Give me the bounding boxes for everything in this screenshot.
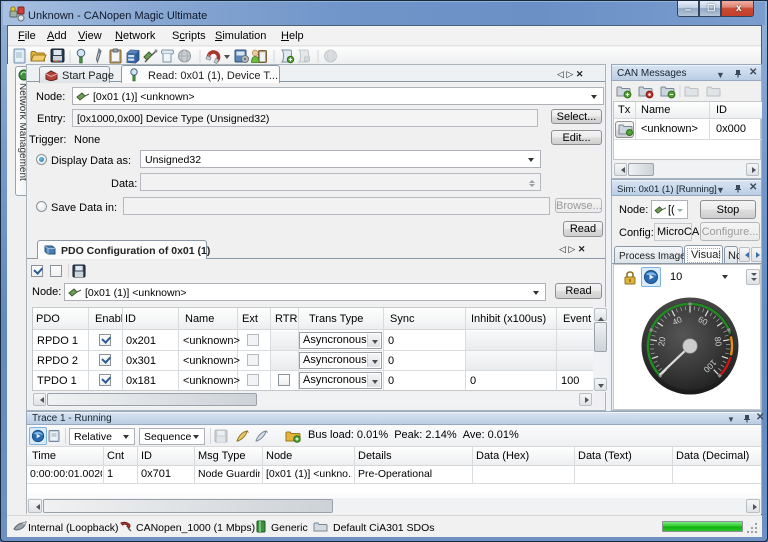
svg-text:80: 80 (713, 336, 724, 347)
svg-text:20: 20 (656, 336, 667, 347)
